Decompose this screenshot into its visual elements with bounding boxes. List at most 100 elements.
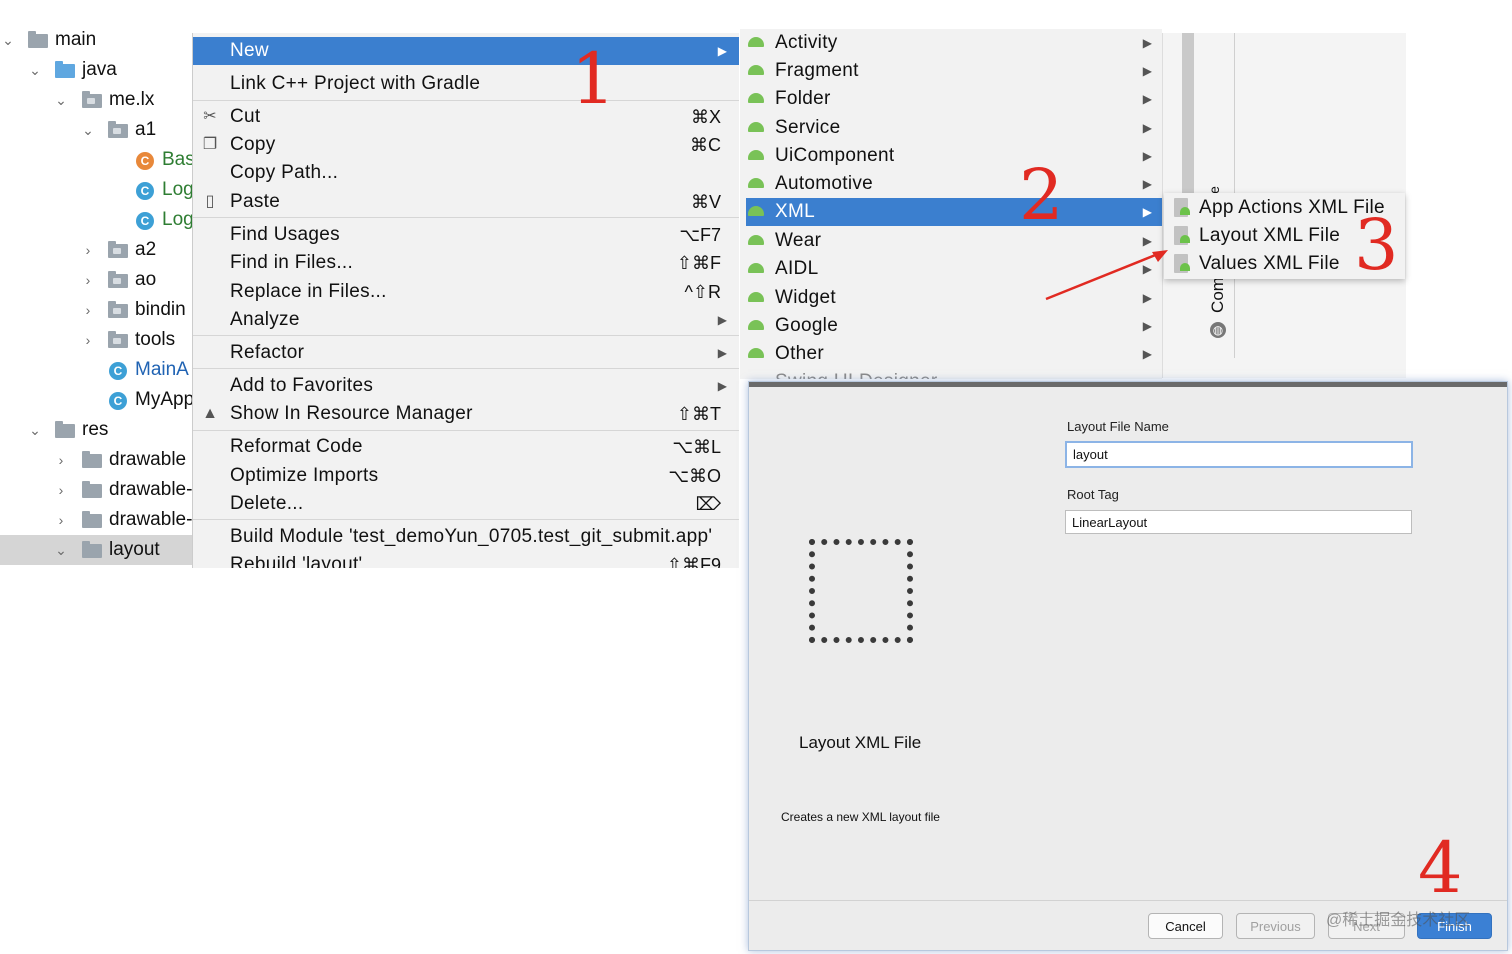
menu-item-optimize-imports[interactable]: Optimize Imports ⌥⌘O	[193, 462, 739, 490]
root-tag-input[interactable]: LinearLayout	[1065, 510, 1412, 534]
chevron-down-icon[interactable]: ⌄	[53, 535, 69, 565]
copy-icon: ❐	[202, 136, 218, 153]
menu-item-copy[interactable]: ❐ Copy ⌘C	[193, 131, 739, 159]
template-description: Creates a new XML layout file	[781, 810, 940, 824]
menu-item-label: New	[230, 40, 269, 61]
tree-item-tools[interactable]: › tools	[0, 325, 200, 355]
submenu-item-xml[interactable]: XML ▶	[746, 198, 1162, 226]
tree-item-layout[interactable]: ⌄ layout	[0, 535, 200, 565]
chevron-down-icon[interactable]: ⌄	[0, 25, 16, 55]
menu-item-reformat-code[interactable]: Reformat Code ⌥⌘L	[193, 433, 739, 461]
submenu-item-swing-ui-designer[interactable]: Swing UI Designer	[746, 368, 1162, 379]
menu-item-label: Cut	[230, 106, 261, 127]
tree-item-binding[interactable]: › bindin	[0, 295, 200, 325]
cancel-button[interactable]: Cancel	[1148, 913, 1223, 939]
menu-item-find-usages[interactable]: Find Usages ⌥F7	[193, 221, 739, 249]
android-icon	[748, 263, 764, 273]
menu-item-find-in-files[interactable]: Find in Files... ⇧⌘F	[193, 249, 739, 277]
submenu-item-label: Wear	[775, 230, 822, 251]
submenu-item-folder[interactable]: Folder ▶	[746, 85, 1162, 113]
tree-item-a1[interactable]: ⌄ a1	[0, 115, 200, 145]
previous-button[interactable]: Previous	[1236, 913, 1315, 939]
tree-item-class[interactable]: C Bas	[0, 145, 200, 175]
tree-item-res[interactable]: ⌄ res	[0, 415, 200, 445]
menu-item-build-module[interactable]: Build Module 'test_demoYun_0705.test_git…	[193, 523, 739, 551]
menu-item-label: Paste	[230, 191, 281, 212]
menu-separator	[193, 368, 739, 369]
menu-item-show-in-resource-manager[interactable]: ▲ Show In Resource Manager ⇧⌘T	[193, 400, 739, 428]
tree-item-class[interactable]: C MainA	[0, 355, 200, 385]
resource-manager-icon: ▲	[202, 405, 218, 422]
menu-item-rebuild[interactable]: Rebuild 'layout' ⇧⌘F9	[193, 551, 739, 568]
menu-shortcut: ⌘V	[690, 192, 721, 212]
submenu-item-label: Fragment	[775, 60, 859, 81]
menu-item-link-cpp[interactable]: Link C++ Project with Gradle	[193, 70, 739, 98]
submenu-item-automotive[interactable]: Automotive ▶	[746, 170, 1162, 198]
submenu-item-service[interactable]: Service ▶	[746, 114, 1162, 142]
android-icon	[748, 65, 764, 75]
tree-item-class[interactable]: C Log	[0, 205, 200, 235]
menu-item-label: Copy Path...	[230, 162, 339, 183]
folder-icon	[82, 451, 102, 468]
menu-item-replace-in-files[interactable]: Replace in Files... ^⇧R	[193, 278, 739, 306]
tree-item-class[interactable]: C Log	[0, 175, 200, 205]
menu-item-label: Analyze	[230, 309, 300, 330]
tree-item-me-lx[interactable]: ⌄ me.lx	[0, 85, 200, 115]
menu-item-cut[interactable]: ✂ Cut ⌘X	[193, 103, 739, 131]
folder-icon	[28, 31, 48, 48]
package-icon	[108, 331, 128, 348]
folder-icon	[82, 541, 102, 558]
submenu-item-fragment[interactable]: Fragment ▶	[746, 57, 1162, 85]
menu-item-refactor[interactable]: Refactor ▶	[193, 339, 739, 367]
tree-item-a2[interactable]: › a2	[0, 235, 200, 265]
submenu-item-uicomponent[interactable]: UiComponent ▶	[746, 142, 1162, 170]
submenu-item-label: AIDL	[775, 258, 819, 279]
menu-item-delete[interactable]: Delete... ⌦	[193, 490, 739, 518]
tree-item-label: main	[55, 29, 97, 50]
tree-item-label: drawable-	[109, 479, 193, 500]
layout-file-name-input[interactable]: layout	[1065, 441, 1413, 468]
submenu-item-google[interactable]: Google ▶	[746, 312, 1162, 340]
tree-item-java[interactable]: ⌄ java	[0, 55, 200, 85]
vertical-tab-label: Com	[1207, 277, 1227, 313]
submenu-arrow-icon: ▶	[1142, 92, 1152, 106]
menu-item-copy-path[interactable]: Copy Path...	[193, 159, 739, 187]
class-icon: C	[109, 392, 127, 410]
chevron-right-icon[interactable]: ›	[80, 295, 96, 325]
project-tree: ⌄ main ⌄ java ⌄ me.lx ⌄ a1 C Bas C Log C…	[0, 25, 200, 566]
menu-item-label: Show In Resource Manager	[230, 403, 473, 424]
chevron-right-icon[interactable]: ›	[80, 325, 96, 355]
menu-shortcut: ⌦	[695, 494, 721, 514]
template-title: Layout XML File	[799, 733, 922, 752]
editor-scrollbar[interactable]	[1182, 33, 1194, 193]
submenu-item-other[interactable]: Other ▶	[746, 340, 1162, 368]
menu-item-new[interactable]: New ▶	[193, 37, 739, 65]
tree-item-class[interactable]: C MyApp	[0, 385, 200, 415]
tree-item-drawable[interactable]: › drawable	[0, 445, 200, 475]
chevron-down-icon[interactable]: ⌄	[80, 115, 96, 145]
chevron-down-icon[interactable]: ⌄	[27, 415, 43, 445]
clipboard-icon: ▯	[205, 193, 215, 210]
tree-item-drawable[interactable]: › drawable-	[0, 505, 200, 535]
submenu-item-activity[interactable]: Activity ▶	[746, 29, 1162, 57]
tree-item-drawable[interactable]: › drawable-	[0, 475, 200, 505]
chevron-right-icon[interactable]: ›	[53, 445, 69, 475]
chevron-right-icon[interactable]: ›	[53, 505, 69, 535]
chevron-right-icon[interactable]: ›	[80, 265, 96, 295]
chevron-down-icon[interactable]: ⌄	[53, 85, 69, 115]
menu-item-add-to-favorites[interactable]: Add to Favorites ▶	[193, 372, 739, 400]
tree-item-main[interactable]: ⌄ main	[0, 25, 200, 55]
menu-item-analyze[interactable]: Analyze ▶	[193, 306, 739, 334]
chevron-right-icon[interactable]: ›	[80, 235, 96, 265]
tree-item-label: a1	[135, 119, 157, 140]
tree-item-ao[interactable]: › ao	[0, 265, 200, 295]
root-tag-label: Root Tag	[1067, 487, 1119, 502]
tree-item-label: drawable	[109, 449, 187, 470]
menu-separator	[193, 519, 739, 520]
android-icon	[748, 292, 764, 302]
menu-item-paste[interactable]: ▯ Paste ⌘V	[193, 188, 739, 216]
menu-shortcut: ⇧⌘T	[676, 404, 721, 424]
chevron-right-icon[interactable]: ›	[53, 475, 69, 505]
chevron-down-icon[interactable]: ⌄	[27, 55, 43, 85]
menu-shortcut: ^⇧R	[684, 282, 721, 302]
